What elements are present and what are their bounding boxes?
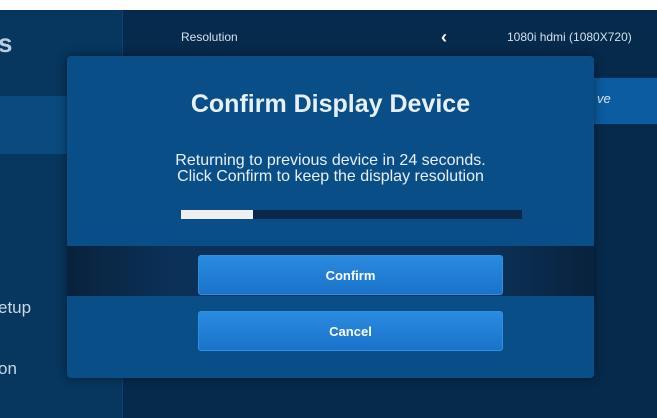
app-screen: s etup on Resolution ‹ 1080i hdmi (1080X… [0,10,657,418]
dialog-title: Confirm Display Device [190,90,471,118]
dialog-message-line1: Returning to previous device in 24 secon… [175,152,486,169]
settings-action-button[interactable]: ve [593,78,657,124]
sidebar-item-setup[interactable]: etup [0,298,31,318]
cancel-button[interactable]: Cancel [198,311,503,351]
countdown-progress-fill [181,210,253,219]
dialog-message-line2: Click Confirm to keep the display resolu… [177,168,484,185]
settings-action-label: ve [597,91,611,106]
dialog-message: Returning to previous device in 24 secon… [67,153,594,185]
sidebar-item-on[interactable]: on [0,359,17,379]
confirm-display-dialog: Confirm Display Device Returning to prev… [67,56,594,378]
countdown-progress-bar [181,210,522,219]
resolution-label: Resolution [181,30,238,44]
chevron-left-icon[interactable]: ‹ [441,27,447,48]
resolution-value: 1080i hdmi (1080X720) [507,30,632,44]
confirm-button[interactable]: Confirm [198,255,503,295]
sidebar-title: s [0,28,13,58]
